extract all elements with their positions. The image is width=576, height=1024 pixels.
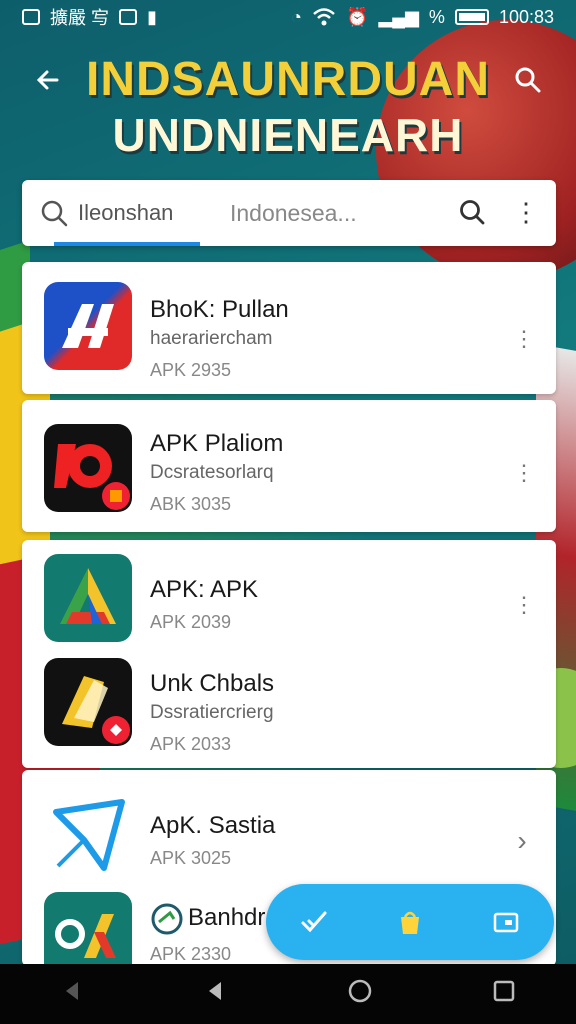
battery-icon (454, 9, 489, 25)
app-version: APK 2935 (150, 360, 232, 380)
recents-icon[interactable] (492, 979, 516, 1010)
app-subtitle: Dssratiercrierg (150, 702, 274, 723)
header-search-button[interactable] (506, 58, 550, 102)
list-item[interactable]: ApK. Sastia APK 3025 › (22, 780, 556, 880)
notification-icon (119, 9, 138, 25)
shop-button[interactable] (387, 899, 433, 945)
more-vertical-icon[interactable]: ⋮ (513, 590, 535, 620)
card-icon (493, 912, 519, 933)
tab-indicator (54, 242, 200, 246)
alarm-icon: ◔ (291, 6, 303, 27)
app-version: APK 3025 (150, 848, 232, 868)
app-version: APK 2330 (150, 944, 232, 964)
wifi-icon (313, 8, 335, 26)
tab-indonesia[interactable]: Indonesea... (230, 180, 357, 246)
page-title-line2: UNDNIENEARH (112, 109, 464, 161)
app-subtitle: Dcsratesorlarq (150, 462, 274, 483)
more-vertical-icon[interactable]: ⋮ (513, 194, 539, 230)
header: INDSAUNRDUAN UNDNIENEARH (0, 44, 576, 174)
app-version: APK 2039 (150, 612, 232, 632)
search-icon (515, 67, 541, 93)
clock: 100:83 (498, 6, 554, 27)
app-version: ABK 3035 (150, 494, 232, 514)
home-icon[interactable] (347, 978, 373, 1011)
list-item[interactable]: APK: APK APK 2039 ⋮ (22, 550, 556, 650)
search-icon (41, 200, 68, 227)
search-icon (460, 200, 485, 225)
nav-back-icon[interactable] (203, 979, 227, 1010)
app-title: APK: APK (150, 576, 259, 603)
app-icon (44, 424, 132, 512)
tab-search-label: Ileonshan (78, 200, 174, 225)
app-title: ApK. Sastia (150, 812, 276, 839)
check-icon (301, 911, 327, 933)
list-item[interactable]: APK Plaliom Dcsratesorlarq ABK 3035 ⋮ (22, 420, 556, 520)
app-title: Unk Chbals (150, 670, 275, 697)
list-item[interactable]: Unk Chbals Dssratiercrierg APK 2033 (22, 656, 556, 756)
system-nav-bar (0, 964, 576, 1024)
app-icon (44, 792, 132, 880)
shopping-bag-icon (401, 911, 419, 934)
logo-badge-icon (151, 903, 183, 935)
notification-icon (22, 9, 40, 25)
download-icon: ▮ (147, 6, 157, 27)
app-version: APK 2033 (150, 734, 232, 754)
nav-back-icon[interactable] (60, 979, 84, 1010)
alarm-clock-icon: ⏰ (346, 6, 369, 27)
status-bar: 擴嚴 㝍 ▮ ◔ ⏰ ▂▄▆ % 100:83 (0, 0, 576, 34)
app-icon (44, 554, 132, 642)
more-vertical-icon[interactable]: ⋮ (513, 458, 535, 488)
tab-search[interactable]: Ileonshan (40, 180, 200, 246)
signal-icon: ▂▄▆ (378, 6, 419, 27)
list-card: BhoK: Pullan haerariercham APK 2935 ⋮ (22, 262, 556, 394)
app-title: BhoK: Pullan (150, 296, 289, 323)
floating-action-bar (266, 884, 554, 960)
page-title-line1: INDSAUNRDUAN (86, 53, 490, 106)
tab-indonesia-label: Indonesea... (230, 199, 357, 226)
list-item[interactable]: BhoK: Pullan haerariercham APK 2935 ⋮ (22, 278, 556, 380)
app-title: APK Plaliom (150, 430, 284, 457)
app-icon (44, 282, 132, 370)
search-button[interactable] (454, 194, 490, 230)
app-icon (44, 892, 132, 964)
list-card: APK: APK APK 2039 ⋮ Unk Chbals Dssratier… (22, 540, 556, 768)
status-left-text: 擴嚴 㝍 (50, 8, 110, 28)
search-bar: Ileonshan Indonesea... ⋮ (22, 180, 556, 246)
app-subtitle: haerariercham (150, 328, 273, 349)
check-button[interactable] (291, 899, 337, 945)
more-vertical-icon[interactable]: ⋮ (513, 324, 535, 354)
battery-percent: % (428, 6, 445, 27)
chevron-right-icon[interactable]: › (512, 825, 532, 856)
list-card: APK Plaliom Dcsratesorlarq ABK 3035 ⋮ (22, 400, 556, 532)
app-icon (44, 658, 132, 746)
wallet-button[interactable] (483, 899, 529, 945)
